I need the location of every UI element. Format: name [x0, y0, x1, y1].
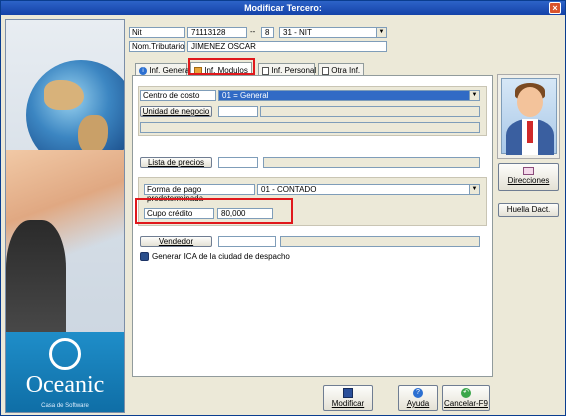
avatar — [501, 78, 557, 155]
direcciones-button[interactable]: Direcciones — [498, 163, 559, 191]
document-icon — [262, 66, 269, 75]
unidad-negocio-code-field[interactable] — [218, 106, 258, 117]
tab-panel-modulos: Centro de costo 01 = General ▼ Unidad de… — [132, 75, 493, 377]
direcciones-label: Direcciones — [507, 176, 550, 185]
forma-pago-value: 01 - CONTADO — [261, 185, 317, 194]
logo-name: Oceanic — [25, 372, 105, 398]
logo-ring-icon — [49, 338, 81, 370]
huella-label: Huella Dact. — [506, 205, 551, 214]
nit-label: Nit — [129, 27, 185, 38]
title-bar: Modificar Tercero: × — [1, 1, 565, 15]
cancelar-label: Cancelar-F9 — [443, 399, 488, 408]
logo-tagline: Casa de Software — [41, 403, 89, 409]
avatar-tie — [527, 121, 533, 143]
save-icon — [343, 388, 353, 398]
centro-costo-label: Centro de costo — [140, 90, 216, 101]
vendedor-desc-field — [280, 236, 480, 247]
window-title: Modificar Tercero: — [244, 3, 322, 13]
brand-image-panel: Oceanic Casa de Software — [5, 19, 125, 413]
nit-dash: -- — [250, 27, 256, 36]
highlight-cupo-credito — [135, 198, 293, 224]
lista-precios-label: Lista de precios — [147, 158, 205, 167]
avatar-face — [517, 87, 543, 117]
document-icon — [322, 66, 329, 75]
nit-field[interactable]: 71113128 — [187, 27, 247, 38]
forma-pago-label: Forma de pago predeterminada — [144, 184, 255, 203]
unidad-negocio-extra-field — [140, 122, 480, 133]
doc-type-select[interactable]: 31 - NIT ▼ — [279, 27, 387, 38]
generar-ica-label: Generar ICA de la ciudad de despacho — [152, 252, 290, 261]
lista-precios-desc-field — [263, 157, 480, 168]
cancelar-button[interactable]: ↶ Cancelar-F9 — [442, 385, 490, 411]
chevron-down-icon[interactable]: ▼ — [376, 28, 386, 37]
chevron-down-icon[interactable]: ▼ — [469, 185, 479, 194]
unidad-negocio-button[interactable]: Unidad de negocio — [140, 106, 212, 117]
modificar-tercero-window: Modificar Tercero: × Oceanic Casa de Sof… — [0, 0, 566, 416]
tab-label: Inf. General — [149, 66, 192, 75]
tab-label: Otra Inf. — [331, 66, 361, 75]
vendedor-button[interactable]: Vendedor — [140, 236, 212, 247]
lista-precios-button[interactable]: Lista de precios — [140, 157, 212, 168]
unidad-negocio-desc-field — [260, 106, 480, 117]
avatar-panel — [497, 74, 560, 159]
generar-ica-checkbox[interactable] — [140, 252, 149, 261]
lista-precios-code-field[interactable] — [218, 157, 258, 168]
envelope-icon — [523, 167, 534, 175]
chevron-down-icon[interactable]: ▼ — [469, 91, 479, 100]
unidad-negocio-label: Unidad de negocio — [142, 107, 210, 116]
oceanic-logo: Oceanic Casa de Software — [6, 332, 124, 412]
dv-field[interactable]: 8 — [261, 27, 274, 38]
ayuda-label: Ayuda — [406, 399, 430, 408]
ayuda-button[interactable]: ? Ayuda — [398, 385, 438, 411]
vendedor-code-field[interactable] — [218, 236, 276, 247]
globe-land — [44, 80, 84, 110]
forma-pago-select[interactable]: 01 - CONTADO ▼ — [257, 184, 480, 195]
close-icon[interactable]: × — [549, 2, 561, 14]
person-image — [6, 220, 66, 340]
centro-costo-value: 01 = General — [222, 91, 269, 100]
modificar-label: Modificar — [331, 399, 365, 408]
centro-costo-select[interactable]: 01 = General ▼ — [218, 90, 480, 101]
undo-icon: ↶ — [461, 388, 471, 398]
huella-dactilar-button[interactable]: Huella Dact. — [498, 203, 559, 217]
nom-tributario-field[interactable]: JIMENEZ OSCAR — [187, 41, 387, 52]
tab-label: Inf. Personal — [271, 66, 317, 75]
vendedor-label: Vendedor — [158, 237, 194, 246]
modificar-button[interactable]: Modificar — [323, 385, 373, 411]
info-icon: i — [139, 66, 147, 75]
help-icon: ? — [413, 388, 423, 398]
highlight-tab-modulos — [188, 58, 255, 75]
nom-tributario-label: Nom.Tributario — [129, 41, 185, 52]
doc-type-value: 31 - NIT — [283, 28, 312, 37]
